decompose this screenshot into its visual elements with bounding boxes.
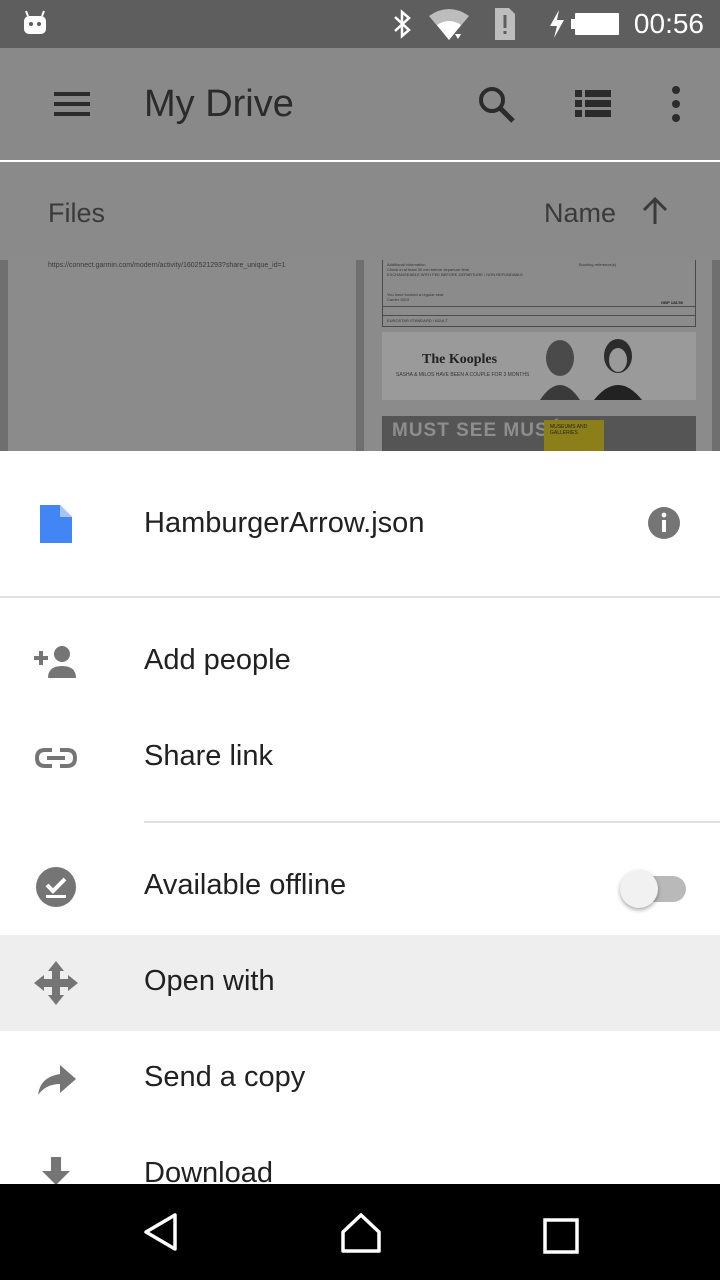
download-button[interactable]: Download	[0, 1127, 720, 1184]
alert-sim-icon	[495, 8, 515, 40]
list-view-icon[interactable]	[574, 88, 612, 120]
people-photo	[540, 339, 642, 400]
section-label: Files	[48, 198, 106, 228]
link-icon	[34, 748, 78, 768]
ad-brand: The Kooples	[422, 352, 498, 367]
ticket-preview: Additional information Booking reference…	[382, 260, 696, 327]
page-title: My Drive	[144, 83, 294, 125]
ad-image: MUST SEE MUSÉES MUSEUMS AND GALLERIES	[382, 416, 696, 451]
files-sort-header: Files Name	[0, 162, 720, 260]
offline-toggle-thumb[interactable]	[620, 870, 658, 908]
battery-icon	[571, 13, 619, 35]
action-label: Open with	[144, 965, 275, 997]
action-label: Add people	[144, 644, 291, 676]
open-with-button[interactable]: Open with	[0, 935, 720, 1031]
charging-bolt-icon	[550, 10, 564, 38]
share-link-button[interactable]: Share link	[0, 710, 720, 806]
file-name: HamburgerArrow.json	[144, 507, 425, 539]
info-icon[interactable]	[646, 505, 682, 541]
file-preview-text: https://connect.garmin.com/modern/activi…	[48, 262, 286, 269]
action-label: Share link	[144, 740, 273, 772]
download-icon	[42, 1157, 70, 1184]
android-icon	[24, 10, 46, 34]
add-person-icon	[34, 646, 76, 678]
more-vert-icon[interactable]	[666, 84, 686, 124]
status-time: 00:56	[633, 8, 704, 39]
recents-icon[interactable]	[543, 1218, 579, 1254]
file-actions-sheet: HamburgerArrow.json Add people Share lin…	[0, 451, 720, 1184]
action-label: Available offline	[144, 869, 347, 901]
file-card[interactable]: https://connect.garmin.com/modern/activi…	[8, 260, 356, 451]
status-bar: 00:56	[0, 0, 720, 48]
open-with-icon	[34, 961, 78, 1005]
add-people-button[interactable]: Add people	[0, 614, 720, 710]
wifi-icon	[429, 9, 469, 40]
share-forward-icon	[38, 1065, 76, 1095]
search-icon[interactable]	[476, 84, 516, 124]
ad-image: The Kooples SASHA & MILOS HAVE BEEN A CO…	[382, 332, 696, 400]
action-label: Send a copy	[144, 1061, 306, 1093]
back-icon[interactable]	[142, 1212, 180, 1252]
bluetooth-icon	[394, 9, 411, 39]
divider	[0, 596, 720, 598]
send-copy-button[interactable]: Send a copy	[0, 1031, 720, 1127]
divider	[144, 821, 720, 823]
document-icon	[40, 505, 72, 543]
sheet-header: HamburgerArrow.json	[0, 451, 720, 596]
ad-tagline: SASHA & MILOS HAVE BEEN A COUPLE FOR 3 M…	[396, 372, 530, 378]
navigation-bar	[0, 1184, 720, 1280]
sort-label[interactable]: Name	[544, 198, 616, 229]
arrow-up-icon[interactable]	[642, 196, 668, 226]
menu-icon[interactable]	[52, 88, 92, 120]
app-bar: My Drive	[0, 48, 720, 160]
home-icon[interactable]	[340, 1212, 382, 1254]
available-offline-toggle-row[interactable]: Available offline	[0, 839, 720, 935]
file-grid: https://connect.garmin.com/modern/activi…	[0, 260, 720, 451]
ad-badge: MUSEUMS AND GALLERIES	[544, 420, 604, 451]
action-label: Download	[144, 1157, 273, 1184]
offline-check-icon	[36, 867, 76, 907]
file-card[interactable]: Additional information Booking reference…	[364, 260, 712, 451]
